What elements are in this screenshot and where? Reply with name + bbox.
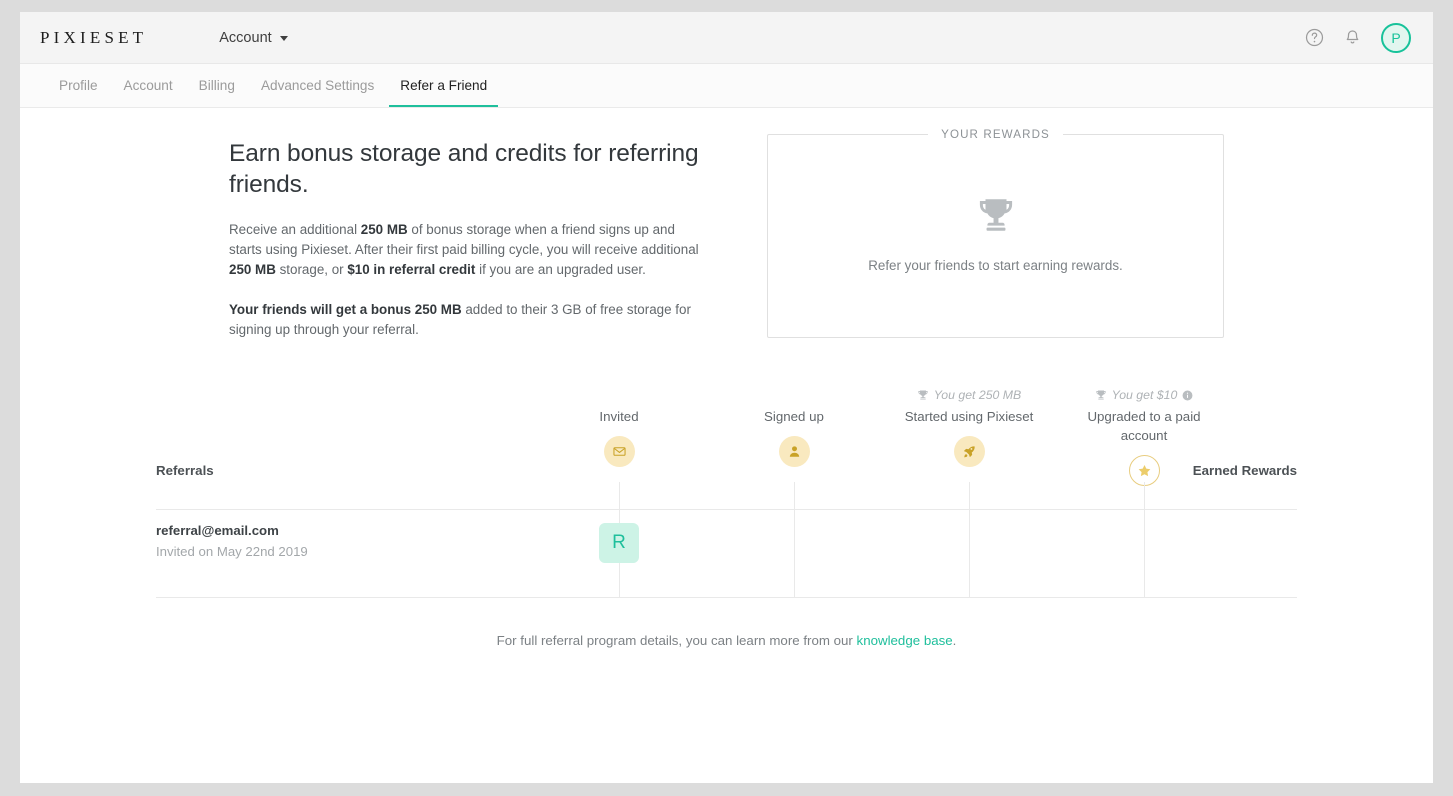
milestone-upgraded-bonus: You get $10: [1069, 386, 1219, 404]
milestone-upgraded: You get $10 Upgraded to a paid account: [1069, 386, 1219, 486]
top-bar-actions: P: [1305, 12, 1411, 63]
rocket-icon: [953, 435, 985, 467]
your-rewards-fieldset: YOUR REWARDS Refer your friends to start…: [767, 128, 1224, 338]
footer-note: For full referral program details, you c…: [20, 633, 1433, 648]
trophy-icon: [918, 390, 928, 400]
info-icon[interactable]: [1182, 390, 1193, 401]
main-content: Earn bonus storage and credits for refer…: [20, 108, 1433, 783]
milestone-started-using: You get 250 MB Started using Pixieset: [894, 386, 1044, 467]
tab-profile[interactable]: Profile: [46, 64, 111, 107]
top-bar: PIXIESET Account P: [20, 12, 1433, 64]
referral-initial-tile: R: [599, 523, 639, 563]
intro-p1-seg1: Receive an additional: [229, 221, 361, 237]
section-tabs: Profile Account Billing Advanced Setting…: [20, 64, 1433, 108]
envelope-icon: [603, 435, 635, 467]
intro-p1-bold2: 250 MB: [229, 262, 276, 278]
table-row[interactable]: referral@email.com Invited on May 22nd 2…: [156, 510, 1297, 597]
table-row-divider: [156, 597, 1297, 598]
referral-invited-date: Invited on May 22nd 2019: [156, 544, 308, 559]
milestone-started-using-label: Started using Pixieset: [904, 409, 1034, 424]
your-rewards-legend: YOUR REWARDS: [941, 128, 1050, 141]
intro-p2-bold: Your friends will get a bonus 250 MB: [229, 301, 462, 317]
intro-p1-seg4: if you are an upgraded user.: [475, 262, 646, 278]
rewards-empty-message: Refer your friends to start earning rewa…: [868, 257, 1123, 273]
referrals-table: Referrals Earned Rewards Invited Signed …: [156, 386, 1297, 598]
your-rewards-panel: YOUR REWARDS Refer your friends to start…: [767, 128, 1224, 338]
intro-block: Earn bonus storage and credits for refer…: [229, 138, 699, 341]
tab-refer-a-friend[interactable]: Refer a Friend: [387, 64, 500, 107]
account-dropdown[interactable]: Account: [219, 29, 288, 46]
milestone-started-using-bonus-text: You get 250 MB: [933, 388, 1022, 402]
milestone-columns: Invited Signed up You get 250 MB Started…: [156, 386, 1297, 496]
milestone-started-using-bonus: You get 250 MB: [894, 386, 1044, 404]
trophy-icon: [1096, 390, 1106, 400]
tab-advanced-settings[interactable]: Advanced Settings: [248, 64, 387, 107]
referral-email: referral@email.com: [156, 523, 279, 538]
page-title: Earn bonus storage and credits for refer…: [229, 140, 699, 199]
brand-logo[interactable]: PIXIESET: [40, 28, 147, 48]
tab-account[interactable]: Account: [111, 64, 186, 107]
knowledge-base-link[interactable]: knowledge base: [857, 633, 953, 648]
intro-paragraph-1: Receive an additional 250 MB of bonus st…: [229, 220, 699, 281]
milestone-invited-bonus: [544, 386, 694, 404]
avatar[interactable]: P: [1381, 22, 1411, 53]
help-circle-icon[interactable]: [1305, 28, 1324, 47]
tab-billing[interactable]: Billing: [186, 64, 248, 107]
milestone-signed-up: Signed up: [719, 386, 869, 467]
intro-p1-seg3: storage, or: [275, 262, 348, 278]
milestone-signed-up-bonus: [719, 386, 869, 404]
chevron-down-icon: [279, 36, 288, 41]
milestone-upgraded-bonus-text: You get $10: [1111, 388, 1178, 402]
milestone-invited: Invited: [544, 386, 694, 467]
intro-p1-bold1: 250 MB: [360, 221, 408, 237]
your-rewards-body: Refer your friends to start earning rewa…: [768, 135, 1223, 331]
person-icon: [778, 435, 810, 467]
trophy-icon: [975, 194, 1017, 241]
milestone-signed-up-label: Signed up: [764, 409, 824, 424]
app-window: PIXIESET Account P Profile Account Billi…: [20, 12, 1433, 783]
account-dropdown-label: Account: [219, 29, 272, 46]
intro-paragraph-2: Your friends will get a bonus 250 MB add…: [229, 300, 699, 341]
milestone-upgraded-label: Upgraded to a paid account: [1087, 409, 1201, 443]
footer-text-after: .: [952, 633, 957, 648]
notification-bell-icon[interactable]: [1343, 28, 1362, 47]
intro-p1-bold3: $10 in referral credit: [347, 262, 476, 278]
footer-text-before: For full referral program details, you c…: [496, 633, 857, 648]
milestone-invited-label: Invited: [599, 409, 639, 424]
